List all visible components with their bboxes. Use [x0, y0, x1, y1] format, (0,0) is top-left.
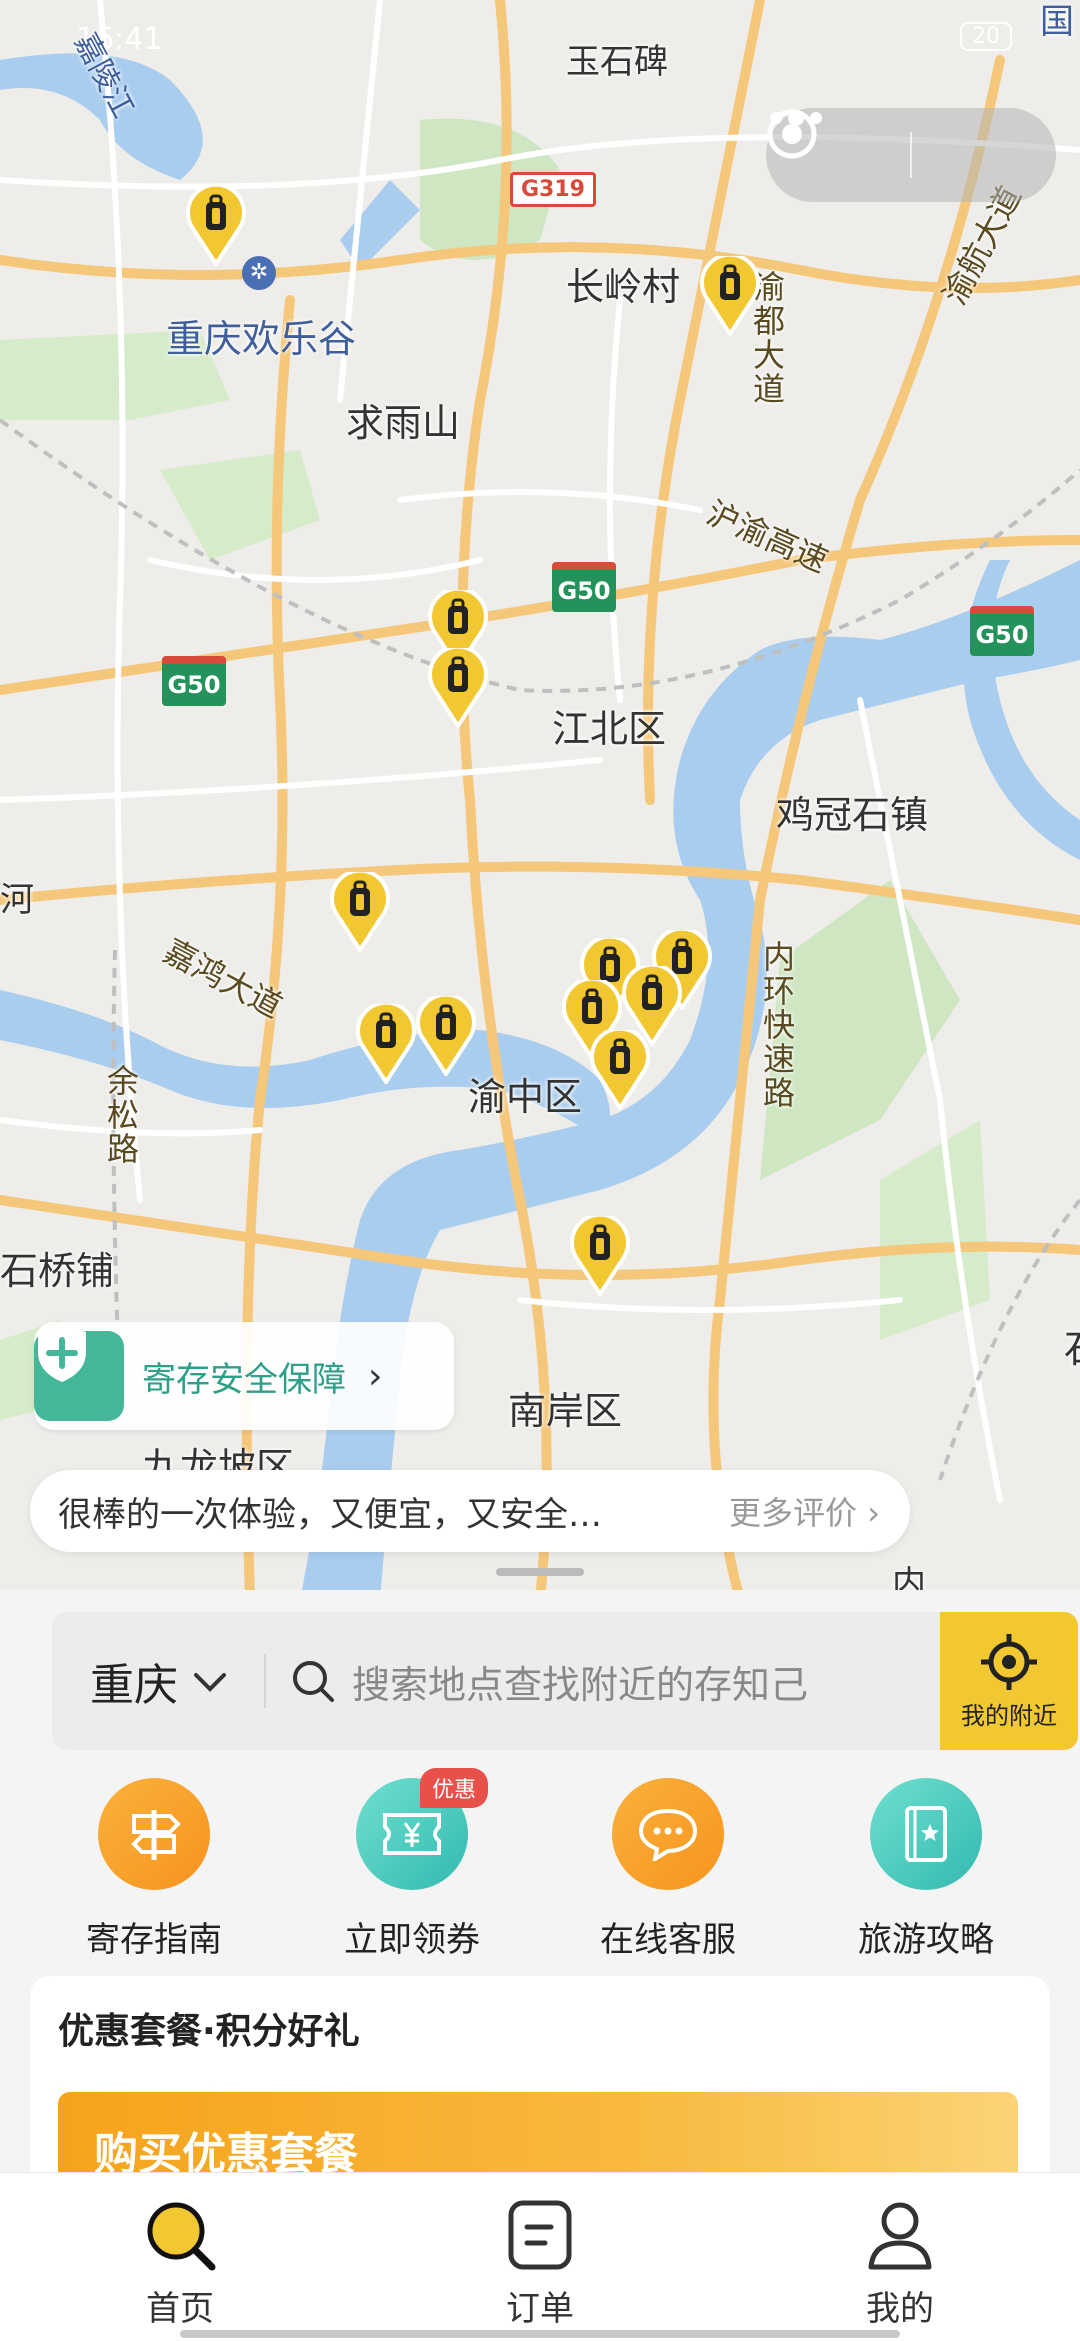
safety-guarantee-text: 寄存安全保障: [142, 1359, 346, 1400]
storage-pin-icon[interactable]: [354, 1004, 418, 1084]
tab-orders[interactable]: 订单: [360, 2173, 720, 2341]
user-profile-icon: [868, 2202, 932, 2270]
order-list-icon: [508, 2200, 572, 2270]
map-label-jiangbei: 江北区: [552, 707, 667, 751]
highway-shield-g50: G50: [970, 606, 1034, 656]
map-label-guo: 国: [1040, 2, 1074, 42]
search-icon: [293, 1661, 334, 1702]
nearby-label: 我的附近: [961, 1701, 1057, 1730]
status-battery: 20: [960, 22, 1012, 51]
storage-pin-icon[interactable]: [328, 872, 392, 952]
storage-pin-icon[interactable]: [414, 996, 478, 1076]
map-label-yushibei: 玉石碑: [566, 42, 668, 82]
tab-mine[interactable]: 我的: [720, 2173, 1080, 2341]
quick-entry-service[interactable]: 在线客服: [568, 1778, 768, 1961]
review-text: 很棒的一次体验，又便宜，又安全…: [58, 1494, 602, 1535]
map-label-shiqiaopu: 石桥铺: [0, 1249, 115, 1293]
quick-entry-coupon-label: 立即领券: [344, 1920, 480, 1960]
chevron-down-icon: [194, 1673, 226, 1692]
map-label-nanan: 南岸区: [508, 1389, 623, 1433]
storage-pin-icon[interactable]: [426, 648, 490, 728]
map-label-he: 河: [0, 880, 34, 920]
quick-entry-travel[interactable]: 旅游攻略: [826, 1778, 1026, 1961]
map-label-jiguanshi: 鸡冠石镇: [776, 793, 929, 837]
drag-handle[interactable]: [496, 1568, 584, 1576]
highway-shield-g50: G50: [552, 562, 616, 612]
quick-entry-travel-label: 旅游攻略: [858, 1920, 994, 1960]
target-circle-icon: [767, 109, 817, 159]
guidebook-icon: [870, 1778, 982, 1890]
more-reviews-link[interactable]: 更多评价 ›: [729, 1488, 880, 1534]
map-label-yusong-road: 余松路: [102, 1064, 140, 1166]
map-label-inner-ring: 内环快速路: [758, 940, 796, 1110]
search-input[interactable]: 搜索地点查找附近的存知己: [290, 1612, 890, 1750]
nearby-button[interactable]: 我的附近: [940, 1612, 1078, 1750]
highway-shield-g50: G50: [162, 656, 226, 706]
tab-home-label: 首页: [146, 2289, 214, 2329]
city-name: 重庆: [90, 1660, 178, 1711]
tab-mine-label: 我的: [866, 2289, 934, 2329]
storage-pin-icon[interactable]: [588, 1030, 652, 1110]
tab-bar: 首页 订单 我的: [0, 2172, 1080, 2341]
shield-plus-icon: [34, 1324, 124, 1421]
promo-title: 优惠套餐·积分好礼: [58, 2011, 360, 2052]
storage-pin-icon[interactable]: [184, 186, 248, 266]
search-placeholder: 搜索地点查找附近的存知己: [352, 1662, 809, 1707]
highway-shield-g319: G319: [510, 172, 596, 207]
storage-pin-icon[interactable]: [568, 1216, 632, 1296]
status-bar: 16:41 20: [0, 0, 1080, 70]
coupon-icon: 优惠: [356, 1768, 489, 1890]
close-button[interactable]: [767, 108, 1056, 202]
home-indicator: [180, 2330, 900, 2338]
locate-crosshair-icon: [981, 1633, 1037, 1690]
map-label-qiuyushan: 求雨山: [346, 401, 461, 445]
map-label-yuzhong: 渝中区: [468, 1075, 583, 1119]
tab-home[interactable]: 首页: [0, 2173, 360, 2341]
miniprogram-capsule: [766, 108, 1056, 202]
map-label-happy-valley: 重庆欢乐谷: [166, 317, 357, 361]
quick-entry-guide[interactable]: 寄存指南: [54, 1778, 254, 1961]
storage-pin-icon[interactable]: [698, 256, 762, 336]
city-selector[interactable]: 重庆: [90, 1612, 228, 1750]
quick-entry-service-label: 在线客服: [600, 1920, 736, 1960]
search-bar: 重庆 搜索地点查找附近的存知己 我的附近: [52, 1612, 1078, 1750]
map-label-shi: 石: [1064, 1318, 1080, 1373]
chat-bubble-icon: [612, 1778, 724, 1890]
map-label-changling: 长岭村: [566, 265, 681, 309]
home-search-icon: [147, 2202, 216, 2271]
safety-guarantee-banner[interactable]: 寄存安全保障 ›: [34, 1322, 454, 1430]
signpost-icon: [98, 1778, 210, 1890]
coupon-badge: 优惠: [420, 1768, 489, 1808]
quick-entry-guide-label: 寄存指南: [86, 1920, 222, 1960]
map-view[interactable]: 16:41 20 嘉陵江 玉石碑 国 重庆欢乐谷 ✲ 长岭村 求雨山 渝都大道 …: [0, 0, 1080, 1600]
review-ticker[interactable]: 很棒的一次体验，又便宜，又安全… 更多评价 ›: [30, 1470, 910, 1552]
search-divider: [264, 1654, 266, 1708]
quick-entry-coupon[interactable]: 优惠 立即领券: [312, 1768, 512, 1961]
chevron-right-icon: ›: [368, 1355, 383, 1397]
tab-orders-label: 订单: [506, 2289, 574, 2329]
